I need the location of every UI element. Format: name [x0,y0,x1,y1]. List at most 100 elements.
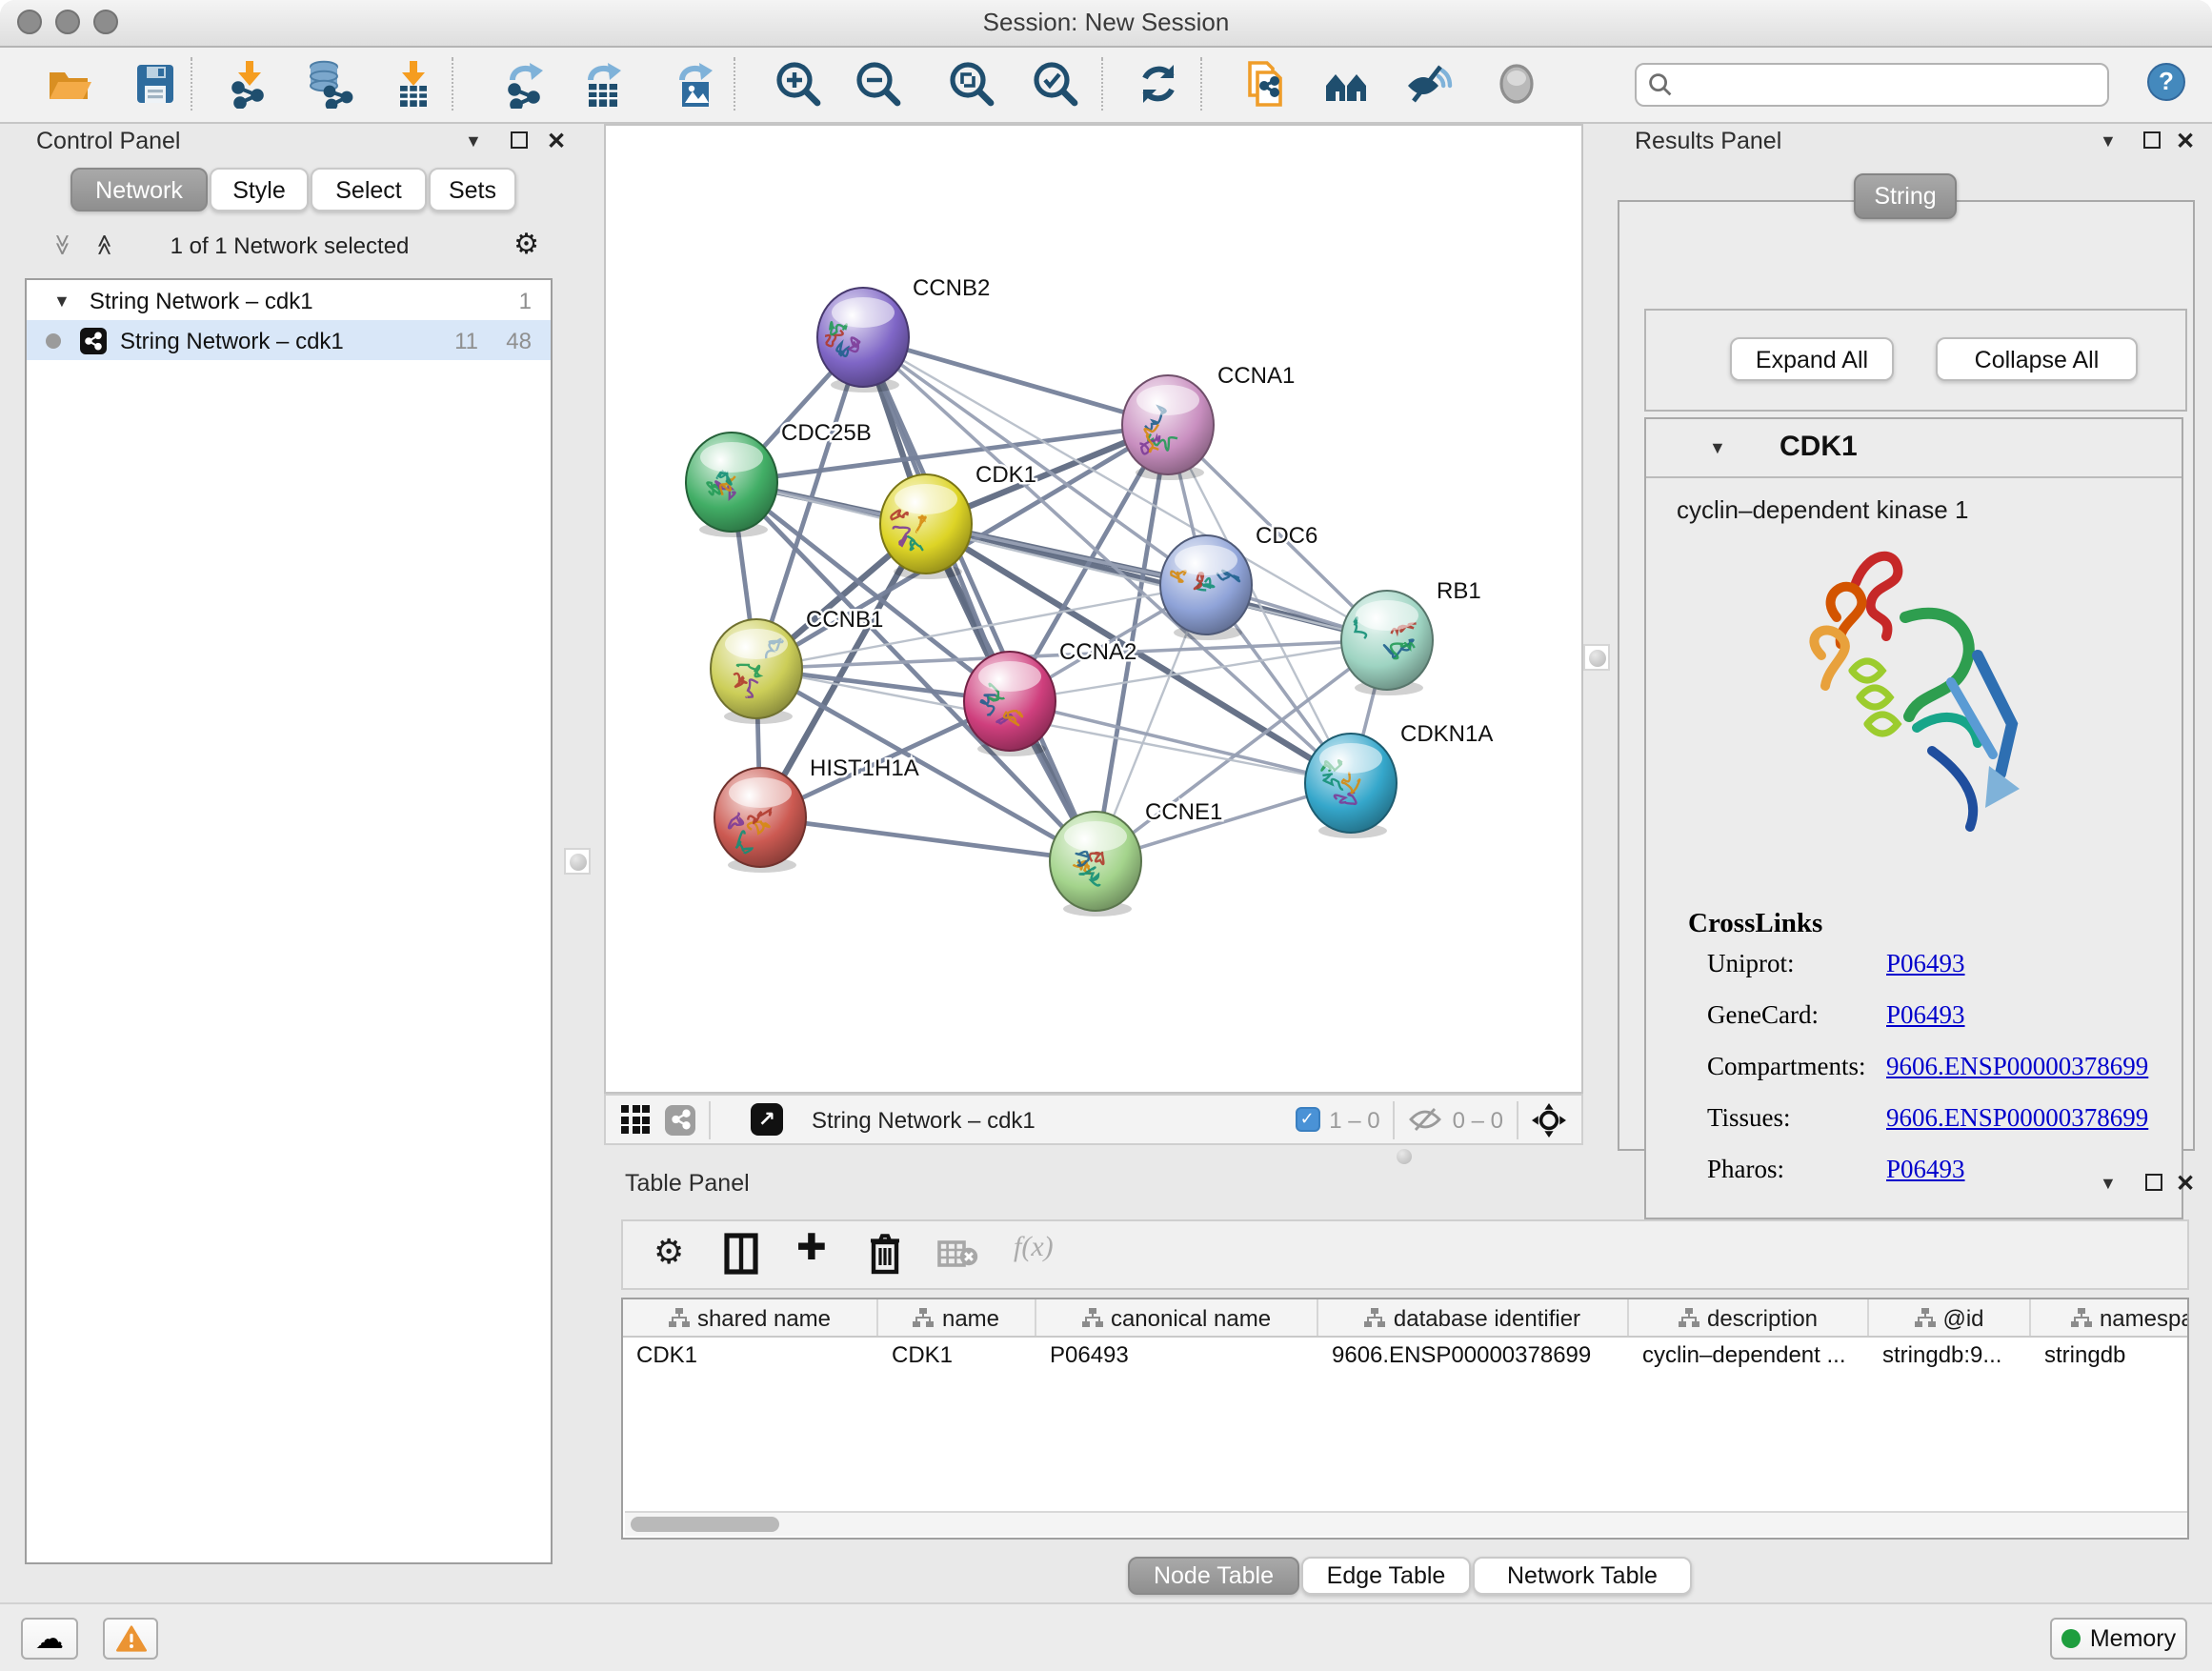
node-CDKN1A[interactable]: CDKN1A [1305,721,1493,838]
export-image-button[interactable] [669,57,722,111]
panel-collapse-icon[interactable]: ▼ [2100,1174,2117,1193]
zoom-fit-button[interactable] [945,57,998,111]
birdseye-crosshair-icon[interactable] [1532,1102,1566,1137]
node-CCNE1[interactable]: CCNE1 [1050,799,1222,916]
panel-collapse-icon[interactable]: ▼ [465,131,482,151]
crosslink-link[interactable]: P06493 [1886,949,1965,979]
network-canvas[interactable]: CCNB2CCNA1CDC25BCDK1CDC6RB1CCNB1CCNA2CDK… [604,124,1583,1094]
node-table[interactable]: shared namenamecanonical namedatabase id… [621,1298,2189,1540]
tab-edge-table[interactable]: Edge Table [1301,1557,1471,1595]
import-database-button[interactable] [303,57,356,111]
selection-status-text: 1 of 1 Network selected [25,232,554,259]
add-column-icon[interactable]: ✚ [796,1227,827,1269]
import-table-button[interactable] [387,57,440,111]
network-collection-row[interactable]: ▼ String Network – cdk1 1 [27,280,551,320]
node-CDC6[interactable]: CDC6 [1160,523,1317,640]
open-in-browser-button[interactable]: ↗ [751,1103,783,1136]
zoom-in-icon [774,59,823,109]
edge-CCNB2-CCNE1[interactable] [863,337,1096,861]
table-cell: CDK1 [878,1338,1036,1374]
column-header-name[interactable]: name [878,1299,1036,1336]
crosslink-link[interactable]: 9606.ENSP00000378699 [1886,1103,2148,1134]
save-icon [130,59,179,109]
crosslink-link[interactable]: P06493 [1886,1000,1965,1031]
section-expand-icon[interactable]: ▼ [1709,438,1726,457]
column-header-namespace[interactable]: namespace [2031,1299,2189,1336]
new-network-from-selection-button[interactable] [1238,57,1292,111]
network-options-gear-icon[interactable]: ⚙ [513,227,539,261]
import-network-button[interactable] [223,57,276,111]
export-image-icon [671,59,720,109]
selected-checkbox-icon[interactable]: ✓ [1295,1107,1319,1132]
panel-float-icon[interactable] [511,131,528,149]
protein-structure-image [1692,537,2073,880]
graphics-details-button[interactable] [1402,57,1456,111]
column-header-shared-name[interactable]: shared name [623,1299,878,1336]
network-row[interactable]: String Network – cdk1 11 48 [27,320,551,360]
edge-HIST1H1A-CCNE1[interactable] [760,817,1096,861]
column-header--id[interactable]: @id [1869,1299,2031,1336]
refresh-network-button[interactable] [1132,57,1185,111]
gene-section-header[interactable]: ▼ CDK1 [1646,419,2182,478]
node-label-CCNB2: CCNB2 [913,275,990,301]
panel-close-icon[interactable]: ✕ [547,128,566,154]
export-table-button[interactable] [577,57,631,111]
right-splitter-handle[interactable] [1583,644,1610,671]
zoom-in-button[interactable] [772,57,825,111]
column-header-canonical-name[interactable]: canonical name [1036,1299,1318,1336]
tab-network[interactable]: Network [70,168,208,211]
node-label-CDC6: CDC6 [1256,523,1317,549]
hidden-eye-icon [1409,1107,1443,1132]
tab-node-table[interactable]: Node Table [1128,1557,1299,1595]
table-horizontal-scrollbar[interactable] [625,1511,2189,1536]
panel-float-icon[interactable] [2145,1174,2162,1191]
column-header-database-identifier[interactable]: database identifier [1318,1299,1629,1336]
show-columns-icon[interactable] [724,1233,758,1275]
grid-view-icon[interactable] [621,1105,650,1134]
tab-string[interactable]: String [1854,173,1957,219]
tab-select[interactable]: Select [311,168,427,211]
memory-button[interactable]: Memory [2050,1618,2187,1660]
zoom-selected-button[interactable] [1029,57,1082,111]
scrollbar-thumb[interactable] [631,1517,779,1532]
zoom-out-button[interactable] [852,57,905,111]
warnings-button[interactable] [103,1618,158,1660]
column-header-description[interactable]: description [1629,1299,1869,1336]
node-RB1[interactable]: RB1 [1341,578,1481,695]
string-view-icon[interactable] [665,1104,695,1135]
first-neighbors-button[interactable] [1320,57,1374,111]
table-row[interactable]: CDK1CDK1P064939606.ENSP00000378699cyclin… [623,1338,2187,1374]
node-CDK1[interactable]: CDK1 [880,462,1036,579]
tab-network-table[interactable]: Network Table [1473,1557,1692,1595]
save-session-button[interactable] [128,57,181,111]
snapshot-button[interactable] [1490,57,1543,111]
left-splitter-handle[interactable] [564,848,591,875]
toolbar-separator [734,57,735,111]
panel-collapse-icon[interactable]: ▼ [2100,131,2117,151]
control-panel-tabs: NetworkStyleSelectSets [70,168,518,211]
open-session-button[interactable] [42,57,95,111]
export-network-button[interactable] [501,57,554,111]
node-label-CDK1: CDK1 [975,462,1036,488]
tree-expand-icon[interactable]: ▼ [53,291,70,310]
expand-all-button[interactable]: Expand All [1730,337,1894,381]
help-button[interactable]: ? [2147,63,2185,101]
cloud-button[interactable]: ☁ [21,1618,78,1660]
panel-float-icon[interactable] [2143,131,2161,149]
bottom-splitter-handle[interactable] [1391,1145,1418,1168]
delete-column-icon[interactable] [869,1233,901,1275]
main-toolbar: ? [0,48,2212,124]
node-HIST1H1A[interactable]: HIST1H1A [714,755,919,873]
tab-style[interactable]: Style [210,168,309,211]
panel-close-icon[interactable]: ✕ [2176,128,2195,154]
panel-close-icon[interactable]: ✕ [2176,1170,2195,1197]
import-network-icon [225,59,274,109]
crosslink-label: GeneCard: [1707,1000,1819,1029]
network-graph[interactable]: CCNB2CCNA1CDC25BCDK1CDC6RB1CCNB1CCNA2CDK… [606,126,1581,1092]
tab-sets[interactable]: Sets [429,168,516,211]
collapse-all-button[interactable]: Collapse All [1936,337,2138,381]
table-options-gear-icon[interactable]: ⚙ [654,1233,684,1273]
crosslink-link[interactable]: 9606.ENSP00000378699 [1886,1052,2148,1082]
search-input[interactable] [1680,66,2107,104]
collection-count: 1 [519,287,532,313]
